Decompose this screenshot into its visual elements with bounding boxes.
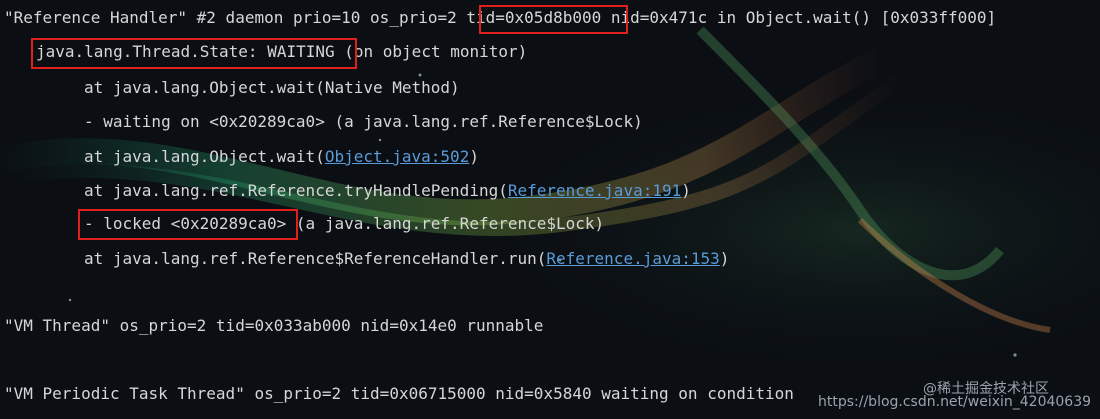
stack-frame-reference-handler-run: at java.lang.ref.Reference$ReferenceHand…	[84, 249, 729, 269]
stack-frame-try-handle-pending: at java.lang.ref.Reference.tryHandlePend…	[84, 181, 691, 201]
source-link-object-java[interactable]: Object.java:502	[325, 147, 470, 166]
stack-frame-native-wait: at java.lang.Object.wait(Native Method)	[84, 78, 460, 97]
highlight-box-thread-state	[31, 38, 357, 69]
source-link-reference-java-191[interactable]: Reference.java:191	[508, 181, 681, 200]
frame-text-close: )	[681, 181, 691, 200]
frame-text-close: )	[469, 147, 479, 166]
frame-text: at java.lang.Object.wait(	[84, 147, 325, 166]
watermark-csdn-url: https://blog.csdn.net/weixin_42040639	[818, 394, 1092, 410]
thread-header-vm-thread: "VM Thread" os_prio=2 tid=0x033ab000 nid…	[4, 316, 544, 335]
stack-frame-object-wait: at java.lang.Object.wait(Object.java:502…	[84, 147, 479, 167]
highlight-box-locked	[78, 209, 298, 240]
waiting-on-monitor-line: - waiting on <0x20289ca0> (a java.lang.r…	[84, 112, 643, 131]
frame-text: at java.lang.ref.Reference.tryHandlePend…	[84, 181, 508, 200]
thread-header-vm-periodic-task: "VM Periodic Task Thread" os_prio=2 tid=…	[4, 384, 794, 403]
highlight-box-tid	[479, 5, 628, 34]
frame-text-close: )	[719, 249, 730, 268]
source-link-reference-java-153[interactable]: Reference.java:153	[546, 249, 719, 268]
frame-text: at java.lang.ref.Reference$ReferenceHand…	[84, 249, 547, 268]
